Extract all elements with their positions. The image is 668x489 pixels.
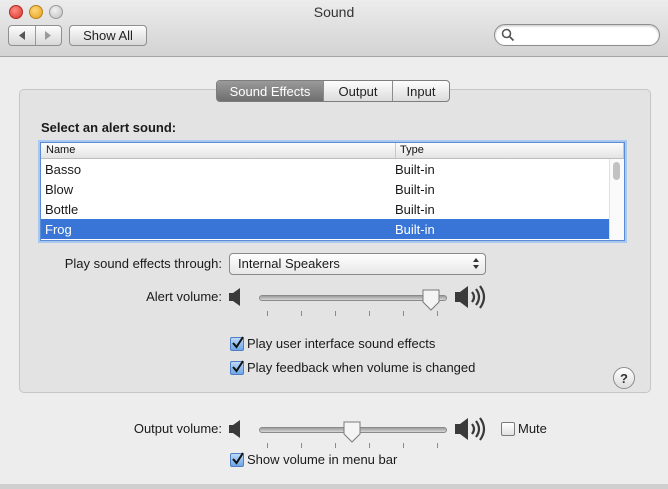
table-header: Name Type: [41, 143, 624, 159]
speaker-low-icon: [229, 288, 240, 306]
row-name: Bottle: [45, 201, 79, 217]
row-type: Built-in: [395, 181, 435, 197]
window-bottom-edge: [0, 484, 668, 489]
show-volume-label[interactable]: Show volume in menu bar: [247, 452, 397, 467]
output-device-popup[interactable]: Internal Speakers: [229, 253, 486, 275]
ui-sound-effects-checkbox[interactable]: [230, 336, 244, 351]
alert-volume-label: Alert volume:: [146, 289, 222, 304]
row-name: Frog: [45, 221, 72, 237]
alert-sound-table[interactable]: Name Type Basso Built-in Blow Built-in B…: [40, 142, 625, 241]
slider-tick: [403, 311, 404, 316]
slider-tick: [369, 443, 370, 448]
row-name: Basso: [45, 161, 82, 177]
search-icon: [501, 28, 515, 42]
back-forward-control: [8, 25, 62, 46]
table-scrollbar[interactable]: [609, 159, 624, 240]
slider-tick: [369, 311, 370, 316]
slider-tick: [267, 311, 268, 316]
scrollbar-thumb[interactable]: [613, 162, 620, 180]
speaker-high-icon: [455, 285, 486, 309]
checkmark-icon: [232, 360, 244, 373]
table-row[interactable]: Blow Built-in: [41, 179, 624, 199]
checkmark-icon: [232, 452, 244, 465]
checkmark-icon: [232, 336, 244, 349]
output-volume-knob[interactable]: [343, 421, 361, 443]
show-all-button[interactable]: Show All: [69, 25, 147, 46]
row-type: Built-in: [395, 201, 435, 217]
slider-tick: [267, 443, 268, 448]
ui-sound-effects-label[interactable]: Play user interface sound effects: [247, 336, 435, 351]
tab-output[interactable]: Output: [323, 81, 392, 101]
play-through-label: Play sound effects through:: [64, 256, 222, 271]
slider-tick: [301, 443, 302, 448]
slider-tick: [335, 443, 336, 448]
mute-checkbox[interactable]: [501, 422, 515, 436]
slider-tick: [437, 443, 438, 448]
column-header-type[interactable]: Type: [396, 143, 624, 158]
alert-sound-heading: Select an alert sound:: [41, 120, 177, 135]
chevron-left-icon: [18, 31, 25, 40]
speaker-low-icon: [229, 420, 240, 438]
forward-button[interactable]: [34, 26, 62, 45]
window-titlebar: Sound Show All: [0, 0, 668, 57]
row-type: Built-in: [395, 221, 435, 237]
feedback-checkbox[interactable]: [230, 360, 244, 375]
slider-tick: [403, 443, 404, 448]
slider-tick: [437, 311, 438, 316]
feedback-label[interactable]: Play feedback when volume is changed: [247, 360, 475, 375]
alert-volume-slider[interactable]: [259, 295, 447, 301]
output-volume-label: Output volume:: [133, 421, 222, 436]
chevron-right-icon: [45, 31, 52, 40]
back-button[interactable]: [9, 26, 35, 45]
search-input[interactable]: [519, 27, 653, 45]
row-type: Built-in: [395, 161, 435, 177]
show-volume-checkbox[interactable]: [230, 452, 244, 467]
help-button[interactable]: ?: [613, 367, 635, 389]
table-row[interactable]: Basso Built-in: [41, 159, 624, 179]
alert-volume-knob[interactable]: [422, 289, 440, 311]
column-header-name[interactable]: Name: [41, 143, 396, 158]
slider-tick: [301, 311, 302, 316]
slider-tick: [335, 311, 336, 316]
tab-bar: Sound Effects Output Input: [216, 80, 450, 102]
table-row-selected[interactable]: Frog Built-in: [41, 219, 624, 239]
tab-input[interactable]: Input: [392, 81, 449, 101]
window-title: Sound: [313, 4, 355, 20]
mute-label[interactable]: Mute: [518, 421, 547, 436]
row-name: Blow: [45, 181, 74, 197]
table-row[interactable]: Bottle Built-in: [41, 199, 624, 219]
speaker-high-icon: [455, 417, 486, 441]
output-device-value: Internal Speakers: [238, 256, 340, 271]
search-field[interactable]: [494, 24, 660, 46]
popup-arrows-icon: [473, 258, 479, 269]
tab-sound-effects[interactable]: Sound Effects: [217, 81, 323, 101]
